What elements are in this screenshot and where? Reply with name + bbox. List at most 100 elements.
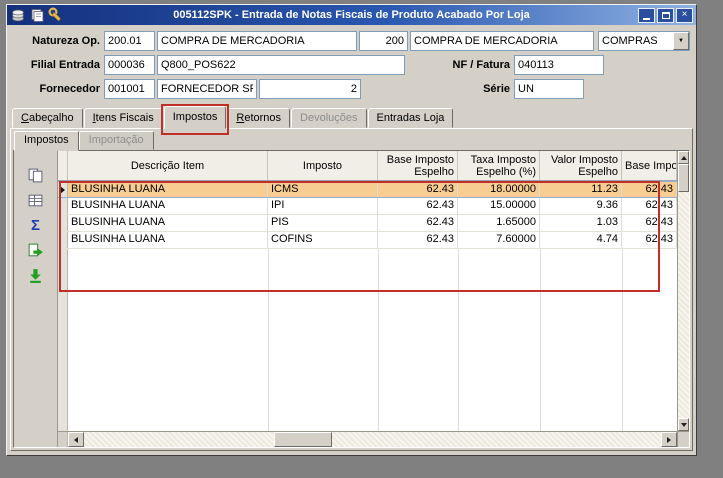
subtab-impostos[interactable]: Impostos: [14, 131, 79, 151]
filial-desc-input[interactable]: [157, 55, 405, 75]
table-row[interactable]: BLUSINHA LUANA IPI 62.43 15.00000 9.36 6…: [58, 198, 677, 215]
vertical-scroll-track[interactable]: [678, 192, 689, 418]
cell-descricao: BLUSINHA LUANA: [68, 215, 268, 231]
scroll-left-button[interactable]: [68, 432, 84, 447]
fornecedor-code-input[interactable]: [104, 79, 155, 99]
vertical-scrollbar[interactable]: [678, 151, 689, 431]
scroll-down-button[interactable]: [678, 418, 689, 431]
horizontal-scrollbar[interactable]: [58, 431, 677, 447]
cell-imposto: PIS: [268, 215, 378, 231]
row-indicator-cell: [58, 232, 68, 248]
maximize-button[interactable]: [657, 7, 674, 23]
fornecedor-desc-input[interactable]: [157, 79, 257, 99]
nf-fatura-input[interactable]: [514, 55, 604, 75]
chevron-down-icon: ▼: [678, 38, 684, 44]
cell-base-espelho: 62.43: [378, 215, 458, 231]
header-form: Natureza Op. COMPRAS ▼ Filial Entrada NF…: [7, 25, 696, 100]
grid-header: Descrição Item Imposto Base Imposto Espe…: [58, 151, 677, 181]
natureza-group-desc-input[interactable]: [410, 31, 594, 51]
cell-base-2: 62.43: [622, 232, 677, 248]
vertical-scroll-thumb[interactable]: [678, 164, 689, 192]
sum-button[interactable]: Σ: [25, 215, 47, 235]
natureza-code-input[interactable]: [104, 31, 155, 51]
grid-toolbar: Σ: [14, 151, 58, 447]
subtab-bar: Impostos Importação: [11, 129, 692, 151]
fornecedor-loja-input[interactable]: [259, 79, 361, 99]
tab-impostos[interactable]: Impostos: [160, 104, 230, 135]
horizontal-scroll-thumb[interactable]: [274, 432, 332, 447]
minimize-icon: [643, 17, 650, 20]
table-row[interactable]: BLUSINHA LUANA PIS 62.43 1.65000 1.03 62…: [58, 215, 677, 232]
documents-stack-icon: [29, 7, 45, 23]
row-indicator-cell: [58, 215, 68, 231]
cell-imposto: IPI: [268, 198, 378, 214]
cell-taxa-espelho: 1.65000: [458, 215, 540, 231]
table-row[interactable]: BLUSINHA LUANA ICMS 62.43 18.00000 11.23…: [58, 181, 677, 198]
header-base-imposto-espelho: Base Imposto Espelho: [378, 151, 458, 180]
up-arrow-icon: [680, 155, 687, 160]
spreadsheet-button[interactable]: [25, 190, 47, 210]
tab-label: Itens Fiscais: [92, 112, 154, 124]
header-taxa-imposto-espelho: Taxa Imposto Espelho (%): [458, 151, 540, 180]
scrollbar-corner-left: [58, 432, 68, 447]
wrench-icon: [48, 7, 64, 23]
export-sheet-icon: [28, 243, 43, 256]
cell-imposto: COFINS: [268, 232, 378, 248]
dropdown-button[interactable]: ▼: [673, 32, 689, 50]
horizontal-scroll-track[interactable]: [84, 432, 661, 447]
subtab-label: Impostos: [24, 134, 69, 146]
app-window: 005112SPK - Entrada de Notas Fiscais de …: [6, 4, 697, 456]
filial-label: Filial Entrada: [30, 59, 100, 71]
tab-retornos[interactable]: Retornos: [227, 108, 291, 128]
cell-base-2: 62.43: [622, 182, 677, 197]
impostos-tab-panel: Impostos Importação Σ Descrição Item Imp…: [10, 128, 693, 451]
export-sheet-button[interactable]: [25, 240, 47, 260]
cell-descricao: BLUSINHA LUANA: [68, 182, 268, 197]
tab-label: Impostos: [172, 111, 218, 123]
tab-cabecalho[interactable]: Cabeçalho: [12, 108, 83, 128]
copy-grid-button[interactable]: [25, 165, 47, 185]
form-row-fornecedor: Fornecedor Série: [12, 79, 691, 100]
header-valor-imposto-espelho: Valor Imposto Espelho: [540, 151, 622, 180]
tab-label: Retornos: [236, 112, 282, 124]
sigma-icon: Σ: [30, 216, 40, 234]
window-controls: ×: [638, 7, 693, 23]
serie-label: Série: [483, 83, 510, 95]
cell-valor-espelho: 11.23: [540, 182, 622, 197]
natureza-label: Natureza Op.: [32, 35, 100, 47]
cell-base-2: 62.43: [622, 215, 677, 231]
impostos-content: Σ Descrição Item Imposto Base Imposto Es…: [13, 150, 690, 448]
selected-option: COMPRAS: [602, 35, 658, 47]
copy-icon: [28, 168, 43, 182]
tab-bar: Cabeçalho Itens Fiscais Impostos Retorno…: [7, 103, 696, 135]
right-arrow-icon: [667, 436, 671, 443]
left-arrow-icon: [74, 436, 78, 443]
scroll-up-button[interactable]: [678, 151, 689, 164]
filial-code-input[interactable]: [104, 55, 155, 75]
impostos-grid: Descrição Item Imposto Base Imposto Espe…: [58, 151, 689, 447]
grid-main: Descrição Item Imposto Base Imposto Espe…: [58, 151, 677, 447]
tab-entradas-loja[interactable]: Entradas Loja: [367, 108, 454, 128]
minimize-button[interactable]: [638, 7, 655, 23]
form-row-natureza: Natureza Op. COMPRAS ▼: [12, 31, 691, 52]
coins-stack-icon: [10, 7, 26, 23]
tab-itens-fiscais[interactable]: Itens Fiscais: [83, 108, 163, 128]
close-button[interactable]: ×: [676, 7, 693, 23]
export-down-button[interactable]: [25, 265, 47, 285]
cell-descricao: BLUSINHA LUANA: [68, 232, 268, 248]
header-selector-cell: [58, 151, 68, 180]
serie-input[interactable]: [514, 79, 584, 99]
cell-taxa-espelho: 18.00000: [458, 182, 540, 197]
table-row[interactable]: BLUSINHA LUANA COFINS 62.43 7.60000 4.74…: [58, 232, 677, 249]
scrollbar-corner-right: [678, 431, 689, 447]
cell-valor-espelho: 1.03: [540, 215, 622, 231]
export-down-icon: [30, 268, 41, 283]
cell-base-espelho: 62.43: [378, 182, 458, 197]
natureza-group-code-input[interactable]: [359, 31, 408, 51]
subtab-importacao: Importação: [78, 131, 154, 150]
grid-rows-area: BLUSINHA LUANA ICMS 62.43 18.00000 11.23…: [58, 181, 677, 431]
natureza-desc-input[interactable]: [157, 31, 357, 51]
form-row-filial: Filial Entrada NF / Fatura: [12, 55, 691, 76]
scroll-right-button[interactable]: [661, 432, 677, 447]
tipo-operacao-select[interactable]: COMPRAS ▼: [598, 31, 690, 51]
